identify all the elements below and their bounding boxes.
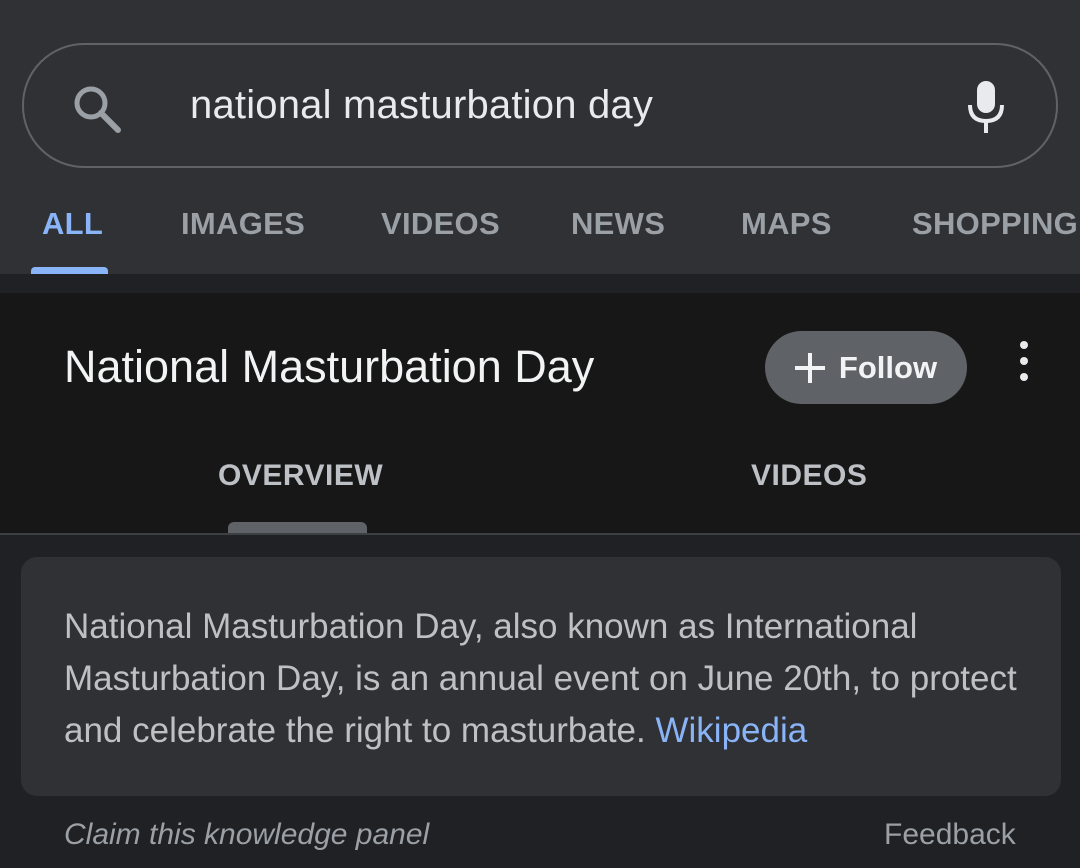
tab-overview[interactable]: OVERVIEW	[218, 459, 383, 493]
feedback-link[interactable]: Feedback	[884, 818, 1016, 852]
knowledge-panel-header: National Masturbation Day Follow OVERVIE…	[0, 293, 1080, 533]
tab-shopping[interactable]: SHOPPING	[912, 206, 1078, 242]
plus-icon	[794, 352, 825, 383]
tab-panel-videos[interactable]: VIDEOS	[751, 459, 867, 493]
tab-maps[interactable]: MAPS	[741, 206, 832, 242]
follow-button[interactable]: Follow	[765, 331, 967, 404]
search-icon[interactable]	[69, 81, 125, 137]
overview-tab-indicator	[228, 522, 367, 533]
tab-all[interactable]: ALL	[42, 206, 103, 242]
tab-news[interactable]: NEWS	[571, 206, 665, 242]
knowledge-panel-title: National Masturbation Day	[64, 341, 595, 392]
mic-icon[interactable]	[964, 79, 1008, 135]
search-bar[interactable]: national masturbation day	[22, 43, 1058, 168]
tab-images[interactable]: IMAGES	[181, 206, 305, 242]
search-header: national masturbation day ALL IMAGES VID…	[0, 0, 1080, 274]
claim-panel-link[interactable]: Claim this knowledge panel	[64, 818, 429, 852]
follow-label: Follow	[838, 349, 938, 385]
active-tab-indicator	[31, 267, 108, 274]
search-input[interactable]: national masturbation day	[190, 83, 653, 128]
more-vert-icon[interactable]	[1012, 341, 1036, 381]
search-tabs: ALL IMAGES VIDEOS NEWS MAPS SHOPPING	[0, 190, 1080, 274]
description-text: National Masturbation Day, also known as…	[64, 601, 1024, 757]
wikipedia-link[interactable]: Wikipedia	[655, 711, 807, 750]
tab-videos[interactable]: VIDEOS	[381, 206, 500, 242]
divider	[0, 533, 1080, 535]
description-card: National Masturbation Day, also known as…	[21, 557, 1061, 796]
description-body: National Masturbation Day, also known as…	[64, 607, 1017, 750]
